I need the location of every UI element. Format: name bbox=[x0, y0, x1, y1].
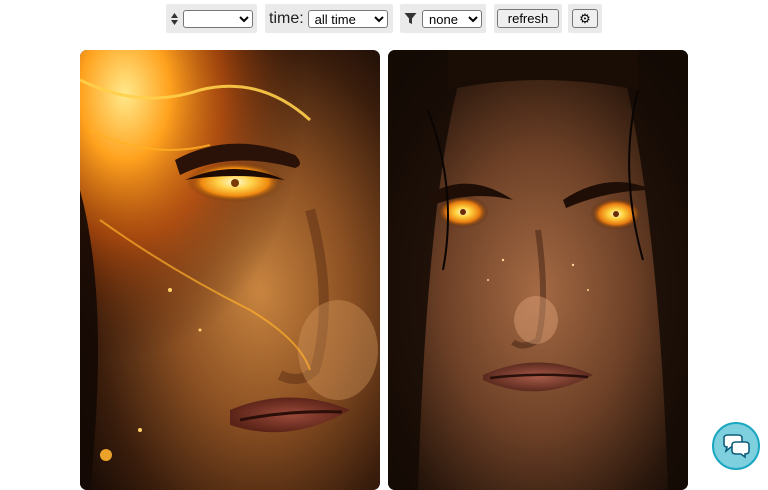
gallery-image-left[interactable] bbox=[80, 50, 380, 490]
filter-select[interactable]: none bbox=[422, 9, 482, 28]
time-control: time: all time bbox=[265, 4, 393, 33]
sort-updown-icon bbox=[170, 11, 179, 27]
settings-gear-icon[interactable]: ⚙ bbox=[572, 9, 598, 28]
chat-button[interactable] bbox=[712, 422, 760, 470]
fiery-eye-portrait-left bbox=[80, 50, 380, 490]
refresh-control: refresh bbox=[494, 4, 562, 33]
sort-control bbox=[166, 4, 257, 33]
filter-control: none bbox=[400, 4, 486, 33]
time-select[interactable]: all time bbox=[307, 9, 388, 28]
sort-select[interactable] bbox=[183, 9, 253, 28]
time-label: time: bbox=[269, 9, 304, 27]
filter-funnel-icon bbox=[404, 12, 417, 25]
glowing-eyes-portrait-right bbox=[388, 50, 688, 490]
chat-bubbles-icon bbox=[721, 433, 751, 459]
toolbar: time: all time none refresh ⚙ bbox=[0, 4, 768, 34]
refresh-button[interactable]: refresh bbox=[496, 9, 560, 28]
settings-control: ⚙ bbox=[568, 4, 602, 33]
gallery-image-right[interactable] bbox=[388, 50, 688, 490]
